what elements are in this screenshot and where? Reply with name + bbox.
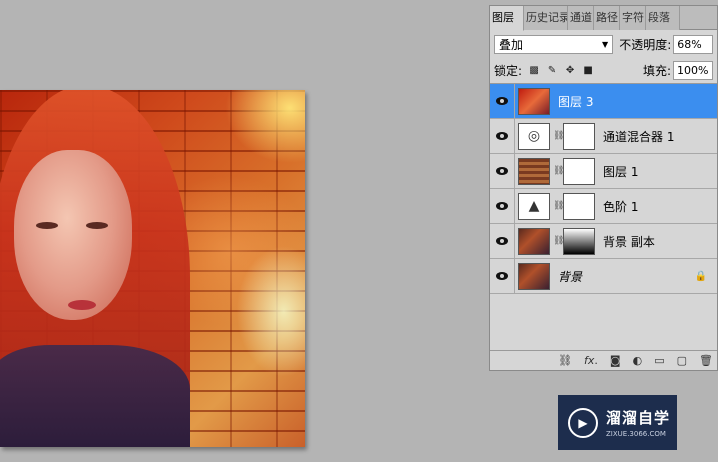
jacket-shape	[0, 345, 190, 447]
layer-name: 通道混合器 1	[603, 129, 675, 144]
layers-panel: 图层 历史记录 通道 路径 字符 段落 叠加 ▼ 不透明度: 68% 锁定: ▩…	[489, 5, 718, 371]
layer-row[interactable]: ▲ ⛓ 色阶 1	[490, 188, 717, 224]
layer-row[interactable]: ⛓ 图层 1	[490, 153, 717, 189]
play-icon: ▶	[568, 407, 598, 438]
link-icon[interactable]: ⛓	[553, 131, 564, 141]
layer-mask-thumbnail[interactable]	[563, 227, 595, 255]
eye-icon	[496, 132, 508, 140]
layer-row[interactable]: ◎ ⛓ 通道混合器 1	[490, 118, 717, 154]
tab-history[interactable]: 历史记录	[524, 6, 568, 30]
layer-mask-thumbnail[interactable]	[563, 192, 595, 220]
layer-mask-thumbnail[interactable]	[563, 157, 595, 185]
tab-layers[interactable]: 图层	[490, 6, 524, 31]
link-icon[interactable]: ⛓	[553, 166, 564, 176]
link-icon[interactable]: ⛓	[553, 201, 564, 211]
visibility-toggle[interactable]	[490, 188, 515, 224]
tab-character[interactable]: 字符	[620, 6, 646, 30]
opacity-field[interactable]: 68%	[673, 34, 713, 54]
layer-thumbnail	[518, 262, 550, 290]
lock-icon: 🔒	[694, 270, 707, 282]
watermark-title: 溜溜自学	[606, 409, 671, 427]
visibility-toggle[interactable]	[490, 223, 515, 259]
visibility-toggle[interactable]	[490, 258, 515, 294]
fx-icon[interactable]: fx.	[584, 354, 598, 367]
eye-icon	[496, 237, 508, 245]
fill-label: 填充:	[642, 64, 671, 78]
layer-row[interactable]: ⛓ 背景 副本	[490, 223, 717, 259]
watermark-url: ZIXUE.3066.COM	[606, 430, 666, 438]
layer-name: 背景 副本	[603, 234, 655, 249]
blend-mode-value: 叠加	[499, 37, 524, 52]
panel-footer: ⛓ fx. ◙ ◐ ▭ ▢ 🗑	[490, 350, 717, 370]
layer-row[interactable]: 图层 3	[490, 83, 717, 119]
layer-thumbnail	[518, 87, 550, 115]
layer-name: 图层 3	[558, 94, 594, 109]
lock-row: 锁定: ▩ ✎ ✥ ■ 填充: 100%	[490, 58, 717, 84]
fill-field[interactable]: 100%	[673, 61, 713, 80]
layer-thumbnail	[518, 227, 550, 255]
lock-transparency-icon[interactable]: ▩	[528, 65, 540, 77]
add-mask-icon[interactable]: ◙	[610, 354, 621, 367]
layer-name: 色阶 1	[603, 199, 639, 214]
eye-icon	[496, 272, 508, 280]
visibility-toggle[interactable]	[490, 153, 515, 189]
lock-position-icon[interactable]: ✥	[564, 65, 576, 77]
new-layer-icon[interactable]: ▢	[677, 354, 687, 367]
link-layers-icon[interactable]: ⛓	[558, 354, 572, 367]
eye-icon	[496, 167, 508, 175]
left-eye	[36, 222, 58, 229]
face-shape	[14, 150, 132, 320]
right-eye	[86, 222, 108, 229]
visibility-toggle[interactable]	[490, 118, 515, 154]
trash-icon[interactable]: 🗑	[699, 354, 713, 367]
chevron-down-icon: ▼	[602, 39, 609, 49]
blend-row: 叠加 ▼ 不透明度: 68%	[490, 30, 717, 58]
layer-thumbnail	[518, 157, 550, 185]
tab-paths[interactable]: 路径	[594, 6, 620, 30]
blend-mode-select[interactable]: 叠加 ▼	[494, 34, 614, 54]
link-icon[interactable]: ⛓	[553, 236, 564, 246]
eye-icon	[496, 202, 508, 210]
eye-icon	[496, 97, 508, 105]
opacity-label: 不透明度:	[619, 37, 672, 52]
layer-name: 图层 1	[603, 164, 639, 179]
document-canvas[interactable]	[0, 90, 305, 447]
panel-tabs: 图层 历史记录 通道 路径 字符 段落	[490, 6, 717, 31]
layers-list: 图层 3 ◎ ⛓ 通道混合器 1 ⛓ 图层 1 ▲ ⛓ 色阶 1 ⛓ 背景 副本…	[490, 83, 717, 294]
layer-row[interactable]: 背景 🔒	[490, 258, 717, 294]
lock-paint-icon[interactable]: ✎	[546, 65, 558, 77]
levels-icon: ▲	[518, 192, 550, 220]
visibility-toggle[interactable]	[490, 83, 515, 119]
adjustment-layer-icon[interactable]: ◐	[633, 354, 643, 367]
lips	[68, 300, 96, 310]
lock-all-icon[interactable]: ■	[582, 65, 594, 77]
layer-name: 背景	[558, 269, 583, 284]
layer-mask-thumbnail[interactable]	[563, 122, 595, 150]
tab-channels[interactable]: 通道	[568, 6, 594, 30]
watermark-logo: ▶ 溜溜自学 ZIXUE.3066.COM	[558, 395, 677, 450]
lock-label: 锁定:	[494, 64, 523, 78]
folder-icon[interactable]: ▭	[654, 354, 664, 367]
channel-mixer-icon: ◎	[518, 122, 550, 150]
tab-paragraph[interactable]: 段落	[646, 6, 680, 30]
